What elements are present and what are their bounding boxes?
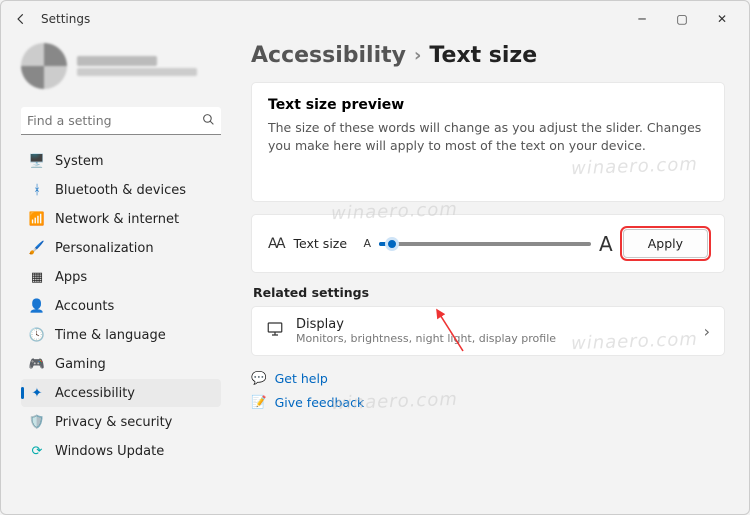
display-title: Display	[296, 317, 556, 332]
sidebar-item-network[interactable]: 📶 Network & internet	[21, 205, 221, 233]
update-icon: ⟳	[29, 443, 45, 459]
sidebar-item-label: System	[55, 154, 103, 169]
search-input[interactable]	[27, 113, 202, 128]
sidebar-item-system[interactable]: 🖥️ System	[21, 147, 221, 175]
titlebar: Settings ─ ▢ ✕	[1, 1, 749, 37]
chevron-right-icon: ›	[414, 45, 421, 66]
bluetooth-icon: ᚼ	[29, 182, 45, 198]
close-button[interactable]: ✕	[711, 12, 733, 26]
gamepad-icon: 🎮	[29, 356, 45, 372]
slider-label: Text size	[294, 236, 354, 251]
arrow-left-icon	[14, 12, 28, 26]
sidebar-item-label: Privacy & security	[55, 415, 172, 430]
display-subtitle: Monitors, brightness, night light, displ…	[296, 332, 556, 345]
sidebar-item-label: Bluetooth & devices	[55, 183, 186, 198]
page-title: Text size	[429, 43, 537, 68]
sidebar-item-gaming[interactable]: 🎮 Gaming	[21, 350, 221, 378]
sidebar-item-label: Windows Update	[55, 444, 164, 459]
sidebar-item-accessibility[interactable]: ✦ Accessibility	[21, 379, 221, 407]
sidebar-nav: 🖥️ System ᚼ Bluetooth & devices 📶 Network &…	[21, 147, 221, 465]
sidebar: 🖥️ System ᚼ Bluetooth & devices 📶 Network &…	[1, 37, 233, 514]
account-name-redacted	[77, 56, 197, 76]
clock-icon: 🕓	[29, 327, 45, 343]
monitor-icon	[266, 320, 284, 342]
sidebar-item-privacy[interactable]: 🛡️ Privacy & security	[21, 408, 221, 436]
sidebar-item-time-language[interactable]: 🕓 Time & language	[21, 321, 221, 349]
sidebar-item-bluetooth[interactable]: ᚼ Bluetooth & devices	[21, 176, 221, 204]
avatar	[21, 43, 67, 89]
apply-button[interactable]: Apply	[623, 229, 708, 258]
system-icon: 🖥️	[29, 153, 45, 169]
settings-window: Settings ─ ▢ ✕ 🖥️ System	[0, 0, 750, 515]
link-label: Get help	[275, 371, 328, 386]
apps-icon: ▦	[29, 269, 45, 285]
sidebar-item-accounts[interactable]: 👤 Accounts	[21, 292, 221, 320]
breadcrumb-parent[interactable]: Accessibility	[251, 43, 406, 68]
preview-heading: Text size preview	[268, 97, 708, 113]
sidebar-item-windows-update[interactable]: ⟳ Windows Update	[21, 437, 221, 465]
slider-thumb[interactable]	[385, 237, 399, 251]
sidebar-item-label: Apps	[55, 270, 87, 285]
related-settings-heading: Related settings	[253, 285, 725, 300]
window-controls: ─ ▢ ✕	[621, 12, 743, 26]
window-title: Settings	[41, 12, 90, 26]
sidebar-item-label: Time & language	[55, 328, 166, 343]
chevron-right-icon: ›	[704, 322, 710, 341]
maximize-button[interactable]: ▢	[671, 12, 693, 26]
account-header[interactable]	[21, 43, 221, 89]
main-content: Accessibility › Text size Text size prev…	[233, 37, 749, 514]
brush-icon: 🖌️	[29, 240, 45, 256]
text-size-preview-card: Text size preview The size of these word…	[251, 82, 725, 202]
text-size-slider-card: AA Text size A A Apply	[251, 214, 725, 273]
help-icon: 💬	[251, 370, 267, 386]
breadcrumb: Accessibility › Text size	[251, 43, 725, 68]
preview-body: The size of these words will change as y…	[268, 119, 708, 155]
feedback-icon: 📝	[251, 394, 267, 410]
text-size-slider[interactable]	[379, 242, 591, 246]
get-help-link[interactable]: 💬 Get help	[251, 370, 725, 386]
shield-icon: 🛡️	[29, 414, 45, 430]
person-icon: 👤	[29, 298, 45, 314]
slider-wrap: A A	[364, 232, 613, 256]
back-button[interactable]	[7, 5, 35, 33]
sidebar-item-label: Accounts	[55, 299, 114, 314]
link-label: Give feedback	[275, 395, 365, 410]
accessibility-icon: ✦	[29, 385, 45, 401]
sidebar-item-label: Network & internet	[55, 212, 179, 227]
minimize-button[interactable]: ─	[631, 12, 653, 26]
sidebar-item-label: Accessibility	[55, 386, 135, 401]
slider-max-glyph: A	[599, 232, 613, 256]
search-icon	[202, 111, 215, 130]
slider-min-glyph: A	[364, 237, 372, 250]
sidebar-item-apps[interactable]: ▦ Apps	[21, 263, 221, 291]
give-feedback-link[interactable]: 📝 Give feedback	[251, 394, 725, 410]
sidebar-item-label: Personalization	[55, 241, 154, 256]
sidebar-item-label: Gaming	[55, 357, 106, 372]
search-box[interactable]	[21, 107, 221, 135]
sidebar-item-personalization[interactable]: 🖌️ Personalization	[21, 234, 221, 262]
display-settings-item[interactable]: Display Monitors, brightness, night ligh…	[251, 306, 725, 356]
text-size-icon: AA	[268, 236, 284, 252]
help-links: 💬 Get help 📝 Give feedback	[251, 370, 725, 410]
wifi-icon: 📶	[29, 211, 45, 227]
